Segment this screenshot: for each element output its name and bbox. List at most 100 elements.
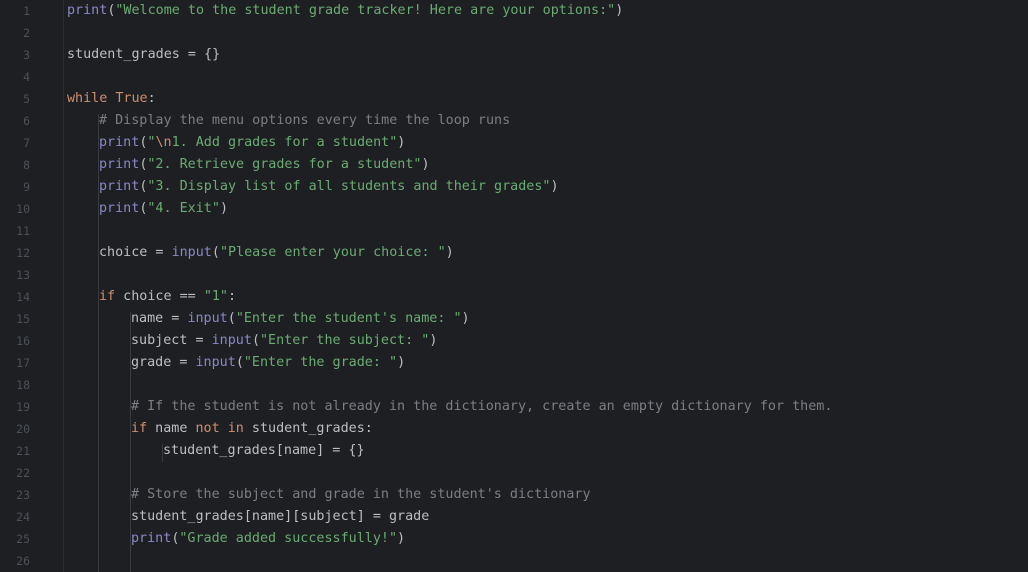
code-token: student_grades[name][subject] = grade (131, 509, 430, 524)
code-token: print (99, 157, 140, 172)
code-text[interactable]: if name not in student_grades: (131, 418, 373, 440)
code-text[interactable]: # Display the menu options every time th… (99, 110, 510, 132)
code-text[interactable]: student_grades[name] = {} (163, 440, 365, 462)
code-line[interactable]: 10 print("4. Exit") (0, 198, 1028, 220)
code-line[interactable]: 1 print("Welcome to the student grade tra… (0, 0, 1028, 22)
line-number: 16 (16, 334, 30, 348)
code-line[interactable]: 20 if name not in student_grades: (0, 418, 1028, 440)
code-text[interactable]: grade = input("Enter the grade: ") (131, 352, 405, 374)
code-text[interactable]: if choice == "1": (99, 286, 236, 308)
code-text[interactable]: # Store the subject and grade in the stu… (131, 484, 591, 506)
code-token: "Enter the subject: " (260, 333, 430, 348)
code-token: if (131, 421, 148, 436)
code-line[interactable]: 19 # If the student is not already in the… (0, 396, 1028, 418)
line-number: 12 (16, 246, 30, 260)
code-token: while (67, 91, 108, 106)
code-token: print (99, 179, 140, 194)
code-token: print (99, 135, 140, 150)
code-line[interactable]: 8 print("2. Retrieve grades for a student… (0, 154, 1028, 176)
code-token: True (115, 91, 148, 106)
code-token: input (211, 333, 252, 348)
code-text[interactable]: while True: (67, 88, 156, 110)
code-token: ) (397, 135, 406, 150)
code-line[interactable]: 23 # Store the subject and grade in the s… (0, 484, 1028, 506)
code-token: "Enter the student's name: " (235, 311, 462, 326)
code-token: input (171, 245, 212, 260)
code-line[interactable]: 24 student_grades[name][subject] = grade (0, 506, 1028, 528)
code-token: ) (461, 311, 470, 326)
code-token: student_grades: (243, 421, 373, 436)
code-line[interactable]: 2 (0, 22, 1028, 44)
code-line[interactable]: 4 (0, 66, 1028, 88)
code-line[interactable]: 3 student_grades = {} (0, 44, 1028, 66)
code-token: student_grades = {} (67, 47, 221, 62)
code-line[interactable]: 5 while True: (0, 88, 1028, 110)
code-token: print (99, 201, 140, 216)
code-text[interactable]: name = input("Enter the student's name: … (131, 308, 470, 330)
code-token: ) (445, 245, 454, 260)
code-token: subject = (131, 333, 212, 348)
code-token: input (195, 355, 236, 370)
code-line[interactable]: 11 (0, 220, 1028, 242)
code-token: ) (397, 355, 406, 370)
code-text[interactable]: student_grades = {} (67, 44, 220, 66)
code-line[interactable]: 22 (0, 462, 1028, 484)
code-token: choice == (115, 289, 204, 304)
code-line[interactable]: 7 print("\n1. Add grades for a student") (0, 132, 1028, 154)
code-line[interactable]: 15 name = input("Enter the student's name… (0, 308, 1028, 330)
code-token: ( (235, 355, 244, 370)
line-number: 4 (23, 70, 30, 84)
code-token: if (99, 289, 116, 304)
line-number: 21 (16, 444, 30, 458)
code-token: ) (421, 157, 430, 172)
line-number: 14 (16, 290, 30, 304)
code-token: ) (429, 333, 438, 348)
code-line[interactable]: 17 grade = input("Enter the grade: ") (0, 352, 1028, 374)
code-line[interactable]: 18 (0, 374, 1028, 396)
code-text[interactable]: choice = input("Please enter your choice… (99, 242, 454, 264)
code-line[interactable]: 13 (0, 264, 1028, 286)
line-number: 23 (16, 488, 30, 502)
code-line[interactable]: 21 student_grades[name] = {} (0, 440, 1028, 462)
code-line[interactable]: 14 if choice == "1": (0, 286, 1028, 308)
code-token: # Display the menu options every time th… (99, 113, 511, 128)
code-token: print (131, 531, 172, 546)
code-text[interactable]: subject = input("Enter the subject: ") (131, 330, 437, 352)
line-number: 6 (23, 114, 30, 128)
code-text[interactable]: print("3. Display list of all students a… (99, 176, 559, 198)
code-token: student_grades[name] = {} (163, 443, 365, 458)
code-text[interactable]: print("Welcome to the student grade trac… (67, 0, 623, 22)
code-token: : (228, 289, 237, 304)
code-token: ( (227, 311, 236, 326)
code-token: "Welcome to the student grade tracker! H… (115, 3, 616, 18)
code-token: ) (219, 201, 228, 216)
code-line[interactable]: 26 (0, 550, 1028, 572)
code-text[interactable]: print("\n1. Add grades for a student") (99, 132, 405, 154)
line-number: 24 (16, 510, 30, 524)
code-token: name (147, 421, 196, 436)
code-text[interactable]: print("Grade added successfully!") (131, 528, 405, 550)
code-line[interactable]: 25 print("Grade added successfully!") (0, 528, 1028, 550)
code-token: \n (155, 135, 172, 150)
code-text[interactable]: print("4. Exit") (99, 198, 228, 220)
code-token: ) (397, 531, 406, 546)
line-number: 15 (16, 312, 30, 326)
line-number: 5 (23, 92, 30, 106)
line-number: 2 (23, 26, 30, 40)
code-token: "Grade added successfully!" (179, 531, 398, 546)
code-text[interactable]: # If the student is not already in the d… (131, 396, 832, 418)
code-token: "4. Exit" (147, 201, 220, 216)
line-number: 17 (16, 356, 30, 370)
code-line[interactable]: 16 subject = input("Enter the subject: ") (0, 330, 1028, 352)
code-text[interactable]: print("2. Retrieve grades for a student"… (99, 154, 430, 176)
code-token: "3. Display list of all students and the… (147, 179, 551, 194)
line-number: 26 (16, 554, 30, 568)
code-editor[interactable]: 1 print("Welcome to the student grade tra… (0, 0, 1028, 572)
code-token: input (187, 311, 228, 326)
line-number: 18 (16, 378, 30, 392)
code-text[interactable]: student_grades[name][subject] = grade (131, 506, 429, 528)
code-line[interactable]: 6 # Display the menu options every time t… (0, 110, 1028, 132)
code-line[interactable]: 9 print("3. Display list of all students … (0, 176, 1028, 198)
code-line[interactable]: 12 choice = input("Please enter your choi… (0, 242, 1028, 264)
code-token: name = (131, 311, 188, 326)
